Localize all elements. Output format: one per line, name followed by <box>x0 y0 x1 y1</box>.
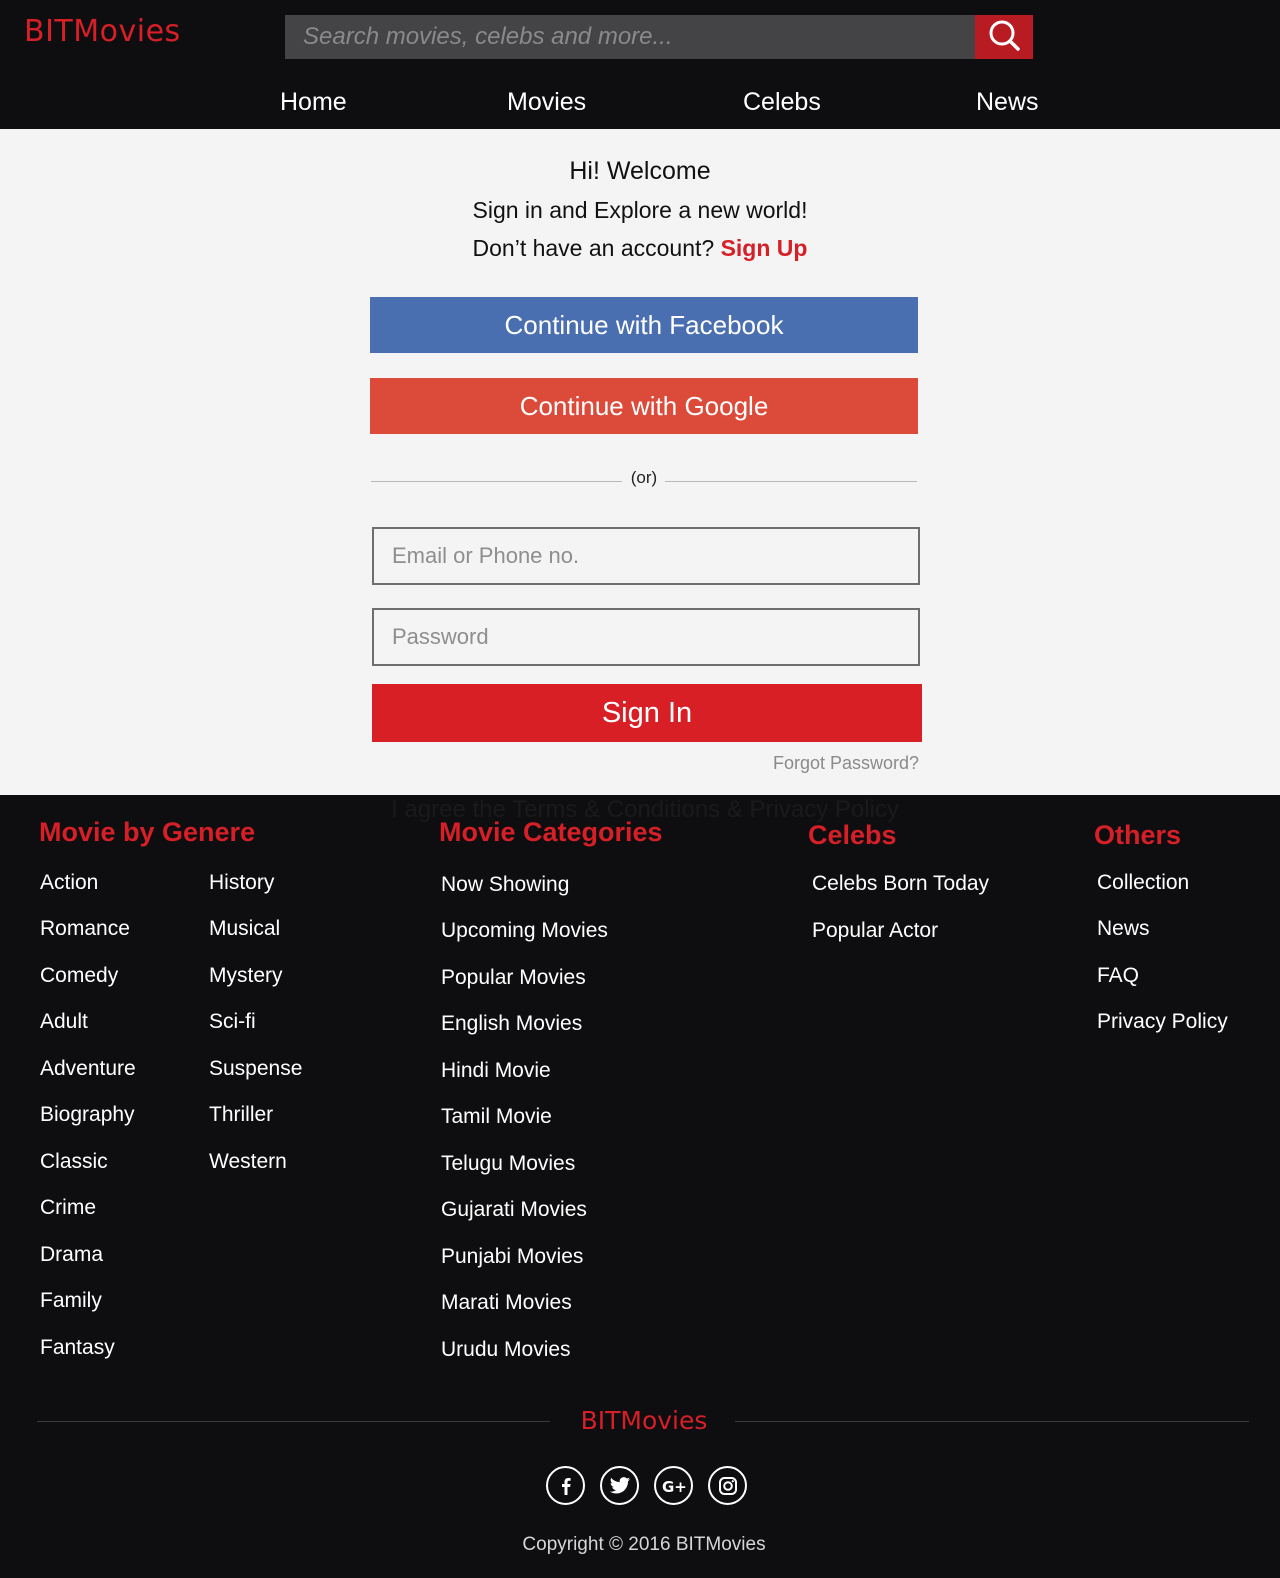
nav-celebs[interactable]: Celebs <box>743 88 821 117</box>
facebook-login-button[interactable]: Continue with Facebook <box>370 297 918 353</box>
category-link[interactable]: Tamil Movie <box>441 1105 552 1129</box>
google-login-button[interactable]: Continue with Google <box>370 378 918 434</box>
or-divider-label: (or) <box>630 468 658 487</box>
genre-link[interactable]: Action <box>40 871 98 895</box>
genre-link[interactable]: Adventure <box>40 1057 136 1081</box>
site-footer <box>0 795 1280 1578</box>
category-link[interactable]: Punjabi Movies <box>441 1245 583 1269</box>
sign-in-button[interactable]: Sign In <box>372 684 922 742</box>
signup-prompt: Don’t have an account? Sign Up <box>0 235 1280 262</box>
signup-link[interactable]: Sign Up <box>721 235 808 261</box>
nav-movies[interactable]: Movies <box>507 88 586 117</box>
social-links: G+ <box>546 1466 747 1505</box>
genre-link[interactable]: Classic <box>40 1150 108 1174</box>
svg-text:G+: G+ <box>662 1478 687 1495</box>
category-link[interactable]: Marati Movies <box>441 1291 572 1315</box>
genre-link[interactable]: Drama <box>40 1243 103 1267</box>
genre-link[interactable]: Suspense <box>209 1057 302 1081</box>
search-input[interactable] <box>285 15 975 59</box>
category-link[interactable]: Hindi Movie <box>441 1059 551 1083</box>
category-link[interactable]: Gujarati Movies <box>441 1198 587 1222</box>
celebs-link[interactable]: Popular Actor <box>812 919 938 943</box>
genre-link[interactable]: History <box>209 871 274 895</box>
search-button[interactable] <box>975 15 1033 59</box>
category-link[interactable]: Urudu Movies <box>441 1338 571 1362</box>
genre-link[interactable]: Adult <box>40 1010 88 1034</box>
genre-link[interactable]: Thriller <box>209 1103 273 1127</box>
site-header: BITMovies Home Movies Celebs News <box>0 0 1280 129</box>
others-link[interactable]: Collection <box>1097 871 1189 895</box>
genre-link[interactable]: Romance <box>40 917 130 941</box>
twitter-icon[interactable] <box>600 1466 639 1505</box>
facebook-icon[interactable] <box>546 1466 585 1505</box>
instagram-icon[interactable] <box>708 1466 747 1505</box>
genre-link[interactable]: Fantasy <box>40 1336 115 1360</box>
password-field[interactable] <box>372 608 920 666</box>
others-title: Others <box>1094 820 1182 850</box>
copyright-text: Copyright © 2016 BITMovies <box>522 1534 766 1555</box>
category-link[interactable]: English Movies <box>441 1012 582 1036</box>
genre-link[interactable]: Family <box>40 1289 102 1313</box>
others-link[interactable]: Privacy Policy <box>1097 1010 1228 1034</box>
no-account-text: Don’t have an account? <box>472 235 715 261</box>
category-link[interactable]: Popular Movies <box>441 966 586 990</box>
welcome-subtitle: Sign in and Explore a new world! <box>472 197 808 223</box>
nav-home[interactable]: Home <box>280 88 347 117</box>
others-link[interactable]: News <box>1097 917 1150 941</box>
category-link[interactable]: Telugu Movies <box>441 1152 575 1176</box>
category-link[interactable]: Upcoming Movies <box>441 919 608 943</box>
or-divider-right <box>665 481 917 482</box>
google-plus-icon[interactable]: G+ <box>654 1466 693 1505</box>
category-link[interactable]: Now Showing <box>441 873 569 897</box>
genre-link[interactable]: Western <box>209 1150 287 1174</box>
brand-logo[interactable]: BITMovies <box>24 14 181 49</box>
email-field[interactable] <box>372 527 920 585</box>
forgot-password-link[interactable]: Forgot Password? <box>773 753 919 774</box>
search-bar <box>285 15 1033 59</box>
others-link[interactable]: FAQ <box>1097 964 1139 988</box>
search-icon <box>987 18 1021 57</box>
welcome-title: Hi! Welcome <box>569 157 711 185</box>
nav-news[interactable]: News <box>976 88 1039 117</box>
genre-link[interactable]: Biography <box>40 1103 135 1127</box>
genre-link[interactable]: Musical <box>209 917 280 941</box>
main-nav: Home Movies Celebs News <box>0 88 1280 124</box>
genre-title: Movie by Genere <box>39 817 256 847</box>
categories-title: Movie Categories <box>439 817 663 847</box>
footer-divider-right <box>735 1421 1249 1422</box>
genre-link[interactable]: Sci-fi <box>209 1010 256 1034</box>
genre-link[interactable]: Crime <box>40 1196 96 1220</box>
genre-link[interactable]: Comedy <box>40 964 118 988</box>
celebs-title: Celebs <box>808 820 897 850</box>
celebs-link[interactable]: Celebs Born Today <box>812 872 989 896</box>
genre-link[interactable]: Mystery <box>209 964 283 988</box>
